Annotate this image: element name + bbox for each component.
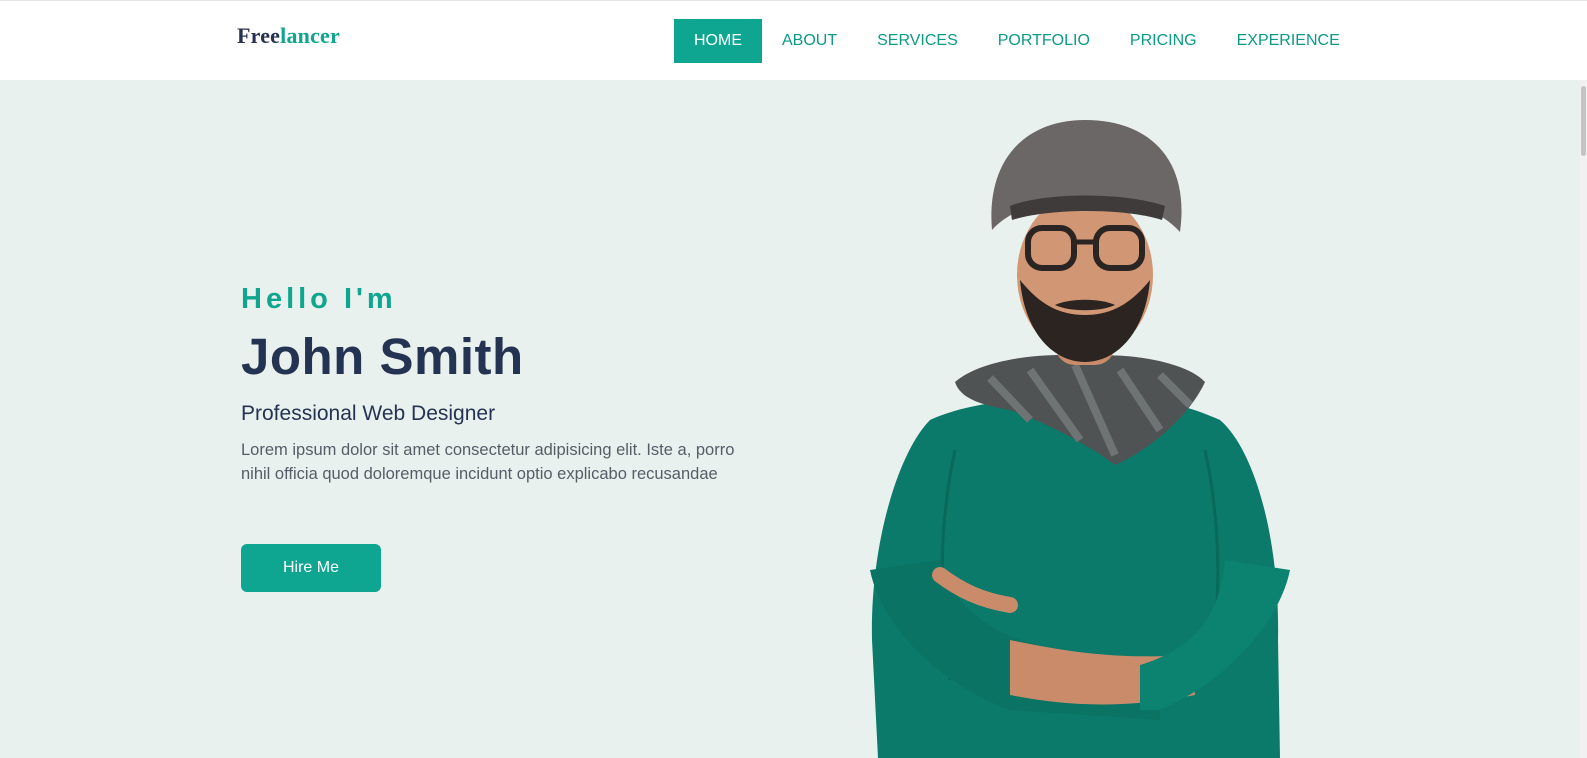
- logo-part-2: lancer: [280, 23, 340, 48]
- main-nav: HOME ABOUT SERVICES PORTFOLIO PRICING EX…: [674, 19, 1360, 63]
- hero-description: Lorem ipsum dolor sit amet consectetur a…: [241, 441, 735, 483]
- navbar: Freelancer HOME ABOUT SERVICES PORTFOLIO…: [0, 0, 1587, 80]
- hero-greeting: Hello I'm: [241, 283, 397, 315]
- portrait-image: [870, 120, 1290, 758]
- logo-part-1: Free: [237, 23, 281, 48]
- scrollbar-thumb[interactable]: [1581, 86, 1586, 156]
- nav-item-experience[interactable]: EXPERIENCE: [1217, 19, 1360, 63]
- hero-section: Hello I'm John Smith Professional Web De…: [0, 80, 1587, 758]
- logo[interactable]: Freelancer: [237, 23, 340, 49]
- nav-item-portfolio[interactable]: PORTFOLIO: [978, 19, 1110, 63]
- hire-me-button[interactable]: Hire Me: [241, 544, 381, 592]
- vertical-scrollbar[interactable]: [1580, 80, 1587, 758]
- hero-role: Professional Web Designer: [241, 402, 496, 425]
- nav-item-home[interactable]: HOME: [674, 19, 762, 63]
- hero-name: John Smith: [241, 328, 524, 385]
- nav-item-about[interactable]: ABOUT: [762, 19, 857, 63]
- page: Freelancer HOME ABOUT SERVICES PORTFOLIO…: [0, 0, 1587, 758]
- nav-item-pricing[interactable]: PRICING: [1110, 19, 1217, 63]
- nav-item-services[interactable]: SERVICES: [857, 19, 978, 63]
